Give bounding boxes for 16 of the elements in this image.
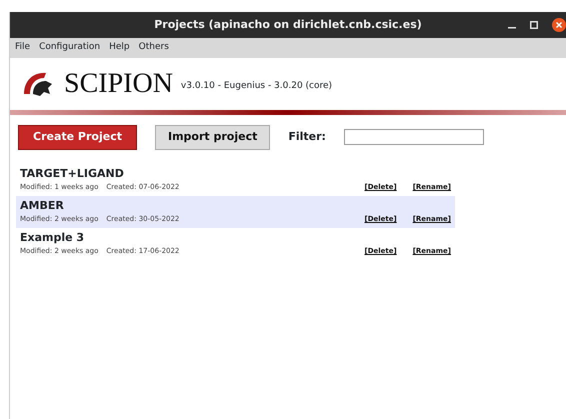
maximize-icon[interactable] [530,21,538,29]
project-name: Example 3 [20,230,86,246]
filter-field[interactable] [344,129,484,146]
menu-item[interactable]: Help [109,41,130,55]
project-name: TARGET+LIGAND [20,166,125,182]
import-project-button[interactable]: Import project [154,125,270,150]
menu-item[interactable]: File [15,41,30,55]
window-title: Projects (apinacho on dirichlet.cnb.csic.es) [154,16,422,33]
filter-label: Filter: [288,129,326,145]
close-icon[interactable] [552,18,566,32]
menu-item[interactable]: Configuration [39,41,100,55]
version-text: v3.0.10 - Eugenius - 3.0.20 (core) [180,80,332,94]
create-project-button[interactable]: Create Project [18,125,137,150]
logo-text: SCIPION [64,70,173,98]
menu-item[interactable]: Others [138,41,169,55]
project-name: AMBER [20,198,65,214]
